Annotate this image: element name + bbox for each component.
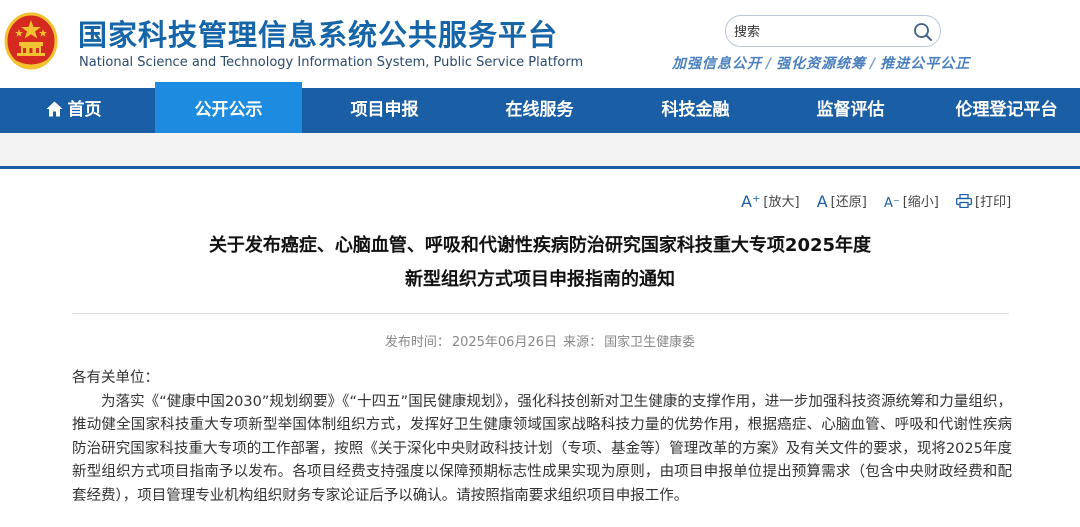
- nav-item-label: 公开公示: [194, 100, 263, 120]
- article-meta: 发布时间： 2025年06月26日 来源： 国家卫生健康委: [0, 331, 1080, 350]
- restore-button[interactable]: A [还原]: [817, 191, 867, 211]
- print-label: [打印]: [975, 195, 1012, 210]
- nav-item-online-service[interactable]: 在线服务: [466, 88, 613, 133]
- search-icon[interactable]: [912, 21, 934, 43]
- slogan-separator: /: [870, 56, 877, 72]
- font-shrink-icon: A⁻: [883, 196, 900, 211]
- nav-item-label: 在线服务: [505, 100, 574, 120]
- nav-item-label: 项目申报: [350, 100, 419, 120]
- font-enlarge-icon: A⁺: [741, 192, 761, 211]
- site-title: 国家科技管理信息系统公共服务平台: [78, 18, 559, 52]
- title-divider: [72, 313, 1009, 314]
- nav-item-supervision[interactable]: 监督评估: [777, 88, 924, 133]
- nav-item-public-notice[interactable]: 公开公示: [155, 82, 302, 133]
- shrink-label: [缩小]: [902, 195, 939, 210]
- nav-item-label: 科技金融: [661, 100, 730, 120]
- print-icon: [956, 194, 972, 208]
- article-title-line2: 新型组织方式项目申报指南的通知: [405, 269, 675, 290]
- source-label: 来源：: [563, 335, 603, 350]
- slogan-separator: /: [766, 56, 773, 72]
- nav-item-tech-finance[interactable]: 科技金融: [622, 88, 769, 133]
- slogan-item: 强化资源统筹: [776, 56, 867, 72]
- publish-label: 发布时间：: [384, 335, 450, 350]
- article-title-line1: 关于发布癌症、心脑血管、呼吸和代谢性疾病防治研究国家科技重大专项2025年度: [208, 235, 872, 256]
- national-emblem-icon: [4, 12, 58, 70]
- publish-date: 2025年06月26日: [451, 335, 557, 350]
- source-value: 国家卫生健康委: [604, 335, 696, 350]
- nav-item-project-application[interactable]: 项目申报: [311, 88, 458, 133]
- font-tools: A⁺ [放大] A [还原] A⁻ [缩小] [打印]: [741, 191, 1024, 211]
- slogan-item: 推进公平公正: [880, 56, 971, 72]
- sub-bar: [0, 133, 1080, 169]
- home-icon: [46, 101, 62, 117]
- main-nav: 首页 公开公示 项目申报 在线服务 科技金融 监督评估 伦理登记平台: [0, 82, 1080, 133]
- article-body: 各有关单位： 为落实《“健康中国2030”规划纲要》《“十四五”国民健康规划》，…: [72, 367, 1012, 508]
- nav-item-label: 首页: [67, 100, 102, 120]
- slogan-item: 加强信息公开: [672, 56, 762, 72]
- font-restore-icon: A: [816, 192, 828, 211]
- enlarge-button[interactable]: A⁺ [放大]: [741, 191, 800, 211]
- search-input[interactable]: [734, 22, 904, 42]
- slogan: 加强信息公开 / 强化资源统筹 / 推进公平公正: [672, 53, 970, 73]
- nav-item-ethics-registration[interactable]: 伦理登记平台: [933, 88, 1080, 133]
- nav-item-label: 伦理登记平台: [955, 100, 1058, 120]
- nav-item-label: 监督评估: [816, 100, 885, 120]
- article-paragraph: 为落实《“健康中国2030”规划纲要》《“十四五”国民健康规划》，强化科技创新对…: [72, 393, 1012, 504]
- site-header: 国家科技管理信息系统公共服务平台 National Science and Te…: [0, 0, 1080, 88]
- nav-item-home[interactable]: 首页: [0, 88, 147, 133]
- search-box: [725, 15, 941, 47]
- site-subtitle-en: National Science and Technology Informat…: [79, 55, 584, 70]
- salutation: 各有关单位：: [72, 370, 159, 386]
- enlarge-label: [放大]: [763, 195, 800, 210]
- shrink-button[interactable]: A⁻ [缩小]: [884, 191, 939, 211]
- print-button[interactable]: [打印]: [956, 191, 1011, 210]
- restore-label: [还原]: [830, 195, 867, 210]
